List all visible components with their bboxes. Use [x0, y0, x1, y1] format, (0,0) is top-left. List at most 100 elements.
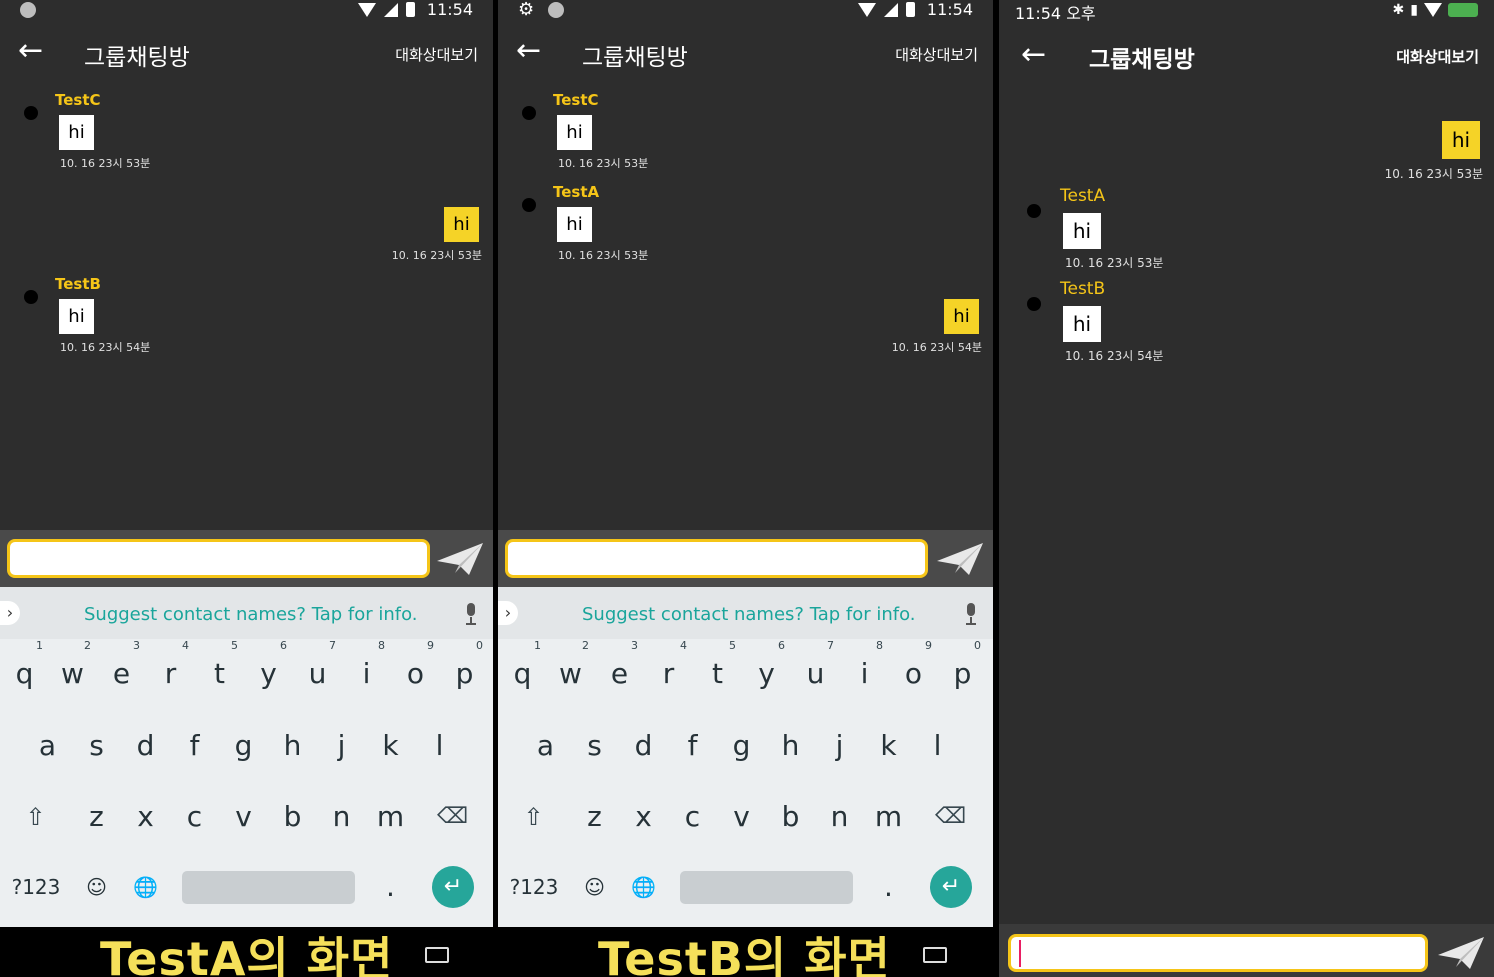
key-j[interactable]: j	[817, 717, 862, 775]
globe-icon[interactable]: 🌐	[621, 858, 666, 916]
key-q[interactable]: q1	[2, 639, 47, 703]
space-bar[interactable]	[182, 871, 355, 904]
key-s[interactable]: s	[572, 717, 617, 775]
key-t[interactable]: t5	[695, 639, 740, 703]
key-f[interactable]: f	[670, 717, 715, 775]
phone-screen-testc: 11:54 오후 ✱ ▮ ← 그룹채팅방 대화상대보기 hi 10. 16 23…	[999, 0, 1494, 977]
avatar	[1027, 204, 1041, 218]
suggestion-strip: › Suggest contact names? Tap for info.	[498, 587, 993, 639]
message-input-bar	[999, 924, 1494, 977]
key-n[interactable]: n	[817, 788, 862, 846]
key-b[interactable]: b	[270, 788, 315, 846]
key-v[interactable]: v	[221, 788, 266, 846]
key-p[interactable]: p0	[442, 639, 487, 703]
avatar	[522, 106, 536, 120]
suggestion-text[interactable]: Suggest contact names? Tap for info.	[582, 604, 916, 625]
key-z[interactable]: z	[74, 788, 119, 846]
key-a[interactable]: a	[25, 717, 70, 775]
emoji-icon[interactable]: ☺	[74, 858, 119, 916]
key-d[interactable]: d	[123, 717, 168, 775]
symbols-key[interactable]: ?123	[6, 858, 66, 916]
key-h[interactable]: h	[270, 717, 315, 775]
chevron-right-icon[interactable]: ›	[0, 601, 20, 625]
key-q[interactable]: q1	[500, 639, 545, 703]
send-icon[interactable]	[935, 539, 985, 579]
key-j[interactable]: j	[319, 717, 364, 775]
view-partners-button[interactable]: 대화상대보기	[895, 44, 978, 65]
send-icon[interactable]	[435, 539, 485, 579]
microphone-icon[interactable]	[465, 603, 477, 625]
key-m[interactable]: m	[866, 788, 911, 846]
notification-dot-icon	[548, 2, 565, 18]
key-a[interactable]: a	[523, 717, 568, 775]
key-k[interactable]: k	[368, 717, 413, 775]
key-m[interactable]: m	[368, 788, 413, 846]
key-h[interactable]: h	[768, 717, 813, 775]
key-o[interactable]: o9	[393, 639, 438, 703]
key-v[interactable]: v	[719, 788, 764, 846]
send-icon[interactable]	[1436, 933, 1486, 973]
key-i[interactable]: i8	[344, 639, 389, 703]
key-c[interactable]: c	[670, 788, 715, 846]
emoji-icon[interactable]: ☺	[572, 858, 617, 916]
back-arrow-icon[interactable]: ←	[1021, 40, 1046, 70]
key-d[interactable]: d	[621, 717, 666, 775]
message-bubble: hi	[944, 299, 979, 334]
status-bar: 11:54	[0, 0, 493, 22]
key-y[interactable]: y6	[744, 639, 789, 703]
view-partners-button[interactable]: 대화상대보기	[1396, 46, 1479, 67]
backspace-icon[interactable]: ⌫	[430, 788, 475, 846]
period-key[interactable]: .	[866, 858, 911, 916]
period-key[interactable]: .	[368, 858, 413, 916]
key-r[interactable]: r4	[646, 639, 691, 703]
wifi-icon	[858, 2, 876, 17]
key-u[interactable]: u7	[295, 639, 340, 703]
back-arrow-icon[interactable]: ←	[18, 36, 43, 66]
enter-icon[interactable]: ↵	[432, 866, 474, 908]
key-s[interactable]: s	[74, 717, 119, 775]
back-arrow-icon[interactable]: ←	[516, 36, 541, 66]
key-k[interactable]: k	[866, 717, 911, 775]
key-g[interactable]: g	[719, 717, 764, 775]
shift-icon[interactable]: ⇧	[511, 788, 556, 846]
key-e[interactable]: e3	[99, 639, 144, 703]
message-time: 10. 16 23시 54분	[1065, 349, 1164, 363]
space-bar[interactable]	[680, 871, 853, 904]
key-l[interactable]: l	[915, 717, 960, 775]
bluetooth-icon: ✱	[1392, 2, 1405, 18]
message-input[interactable]	[1008, 934, 1428, 972]
key-x[interactable]: x	[621, 788, 666, 846]
page-title: 그룹채팅방	[582, 45, 688, 71]
key-n[interactable]: n	[319, 788, 364, 846]
view-partners-button[interactable]: 대화상대보기	[395, 44, 478, 65]
message-input[interactable]	[505, 539, 928, 578]
key-t[interactable]: t5	[197, 639, 242, 703]
globe-icon[interactable]: 🌐	[123, 858, 168, 916]
key-r[interactable]: r4	[148, 639, 193, 703]
key-y[interactable]: y6	[246, 639, 291, 703]
key-w[interactable]: w2	[548, 639, 593, 703]
key-l[interactable]: l	[417, 717, 462, 775]
chevron-right-icon[interactable]: ›	[498, 601, 518, 625]
enter-icon[interactable]: ↵	[930, 866, 972, 908]
signal-icon: ▮	[1410, 2, 1418, 18]
key-b[interactable]: b	[768, 788, 813, 846]
key-o[interactable]: o9	[891, 639, 936, 703]
key-z[interactable]: z	[572, 788, 617, 846]
key-f[interactable]: f	[172, 717, 217, 775]
key-i[interactable]: i8	[842, 639, 887, 703]
key-u[interactable]: u7	[793, 639, 838, 703]
key-c[interactable]: c	[172, 788, 217, 846]
key-w[interactable]: w2	[50, 639, 95, 703]
microphone-icon[interactable]	[965, 603, 977, 625]
message-input[interactable]	[7, 539, 430, 578]
backspace-icon[interactable]: ⌫	[928, 788, 973, 846]
sender-name: TestC	[553, 91, 599, 109]
suggestion-text[interactable]: Suggest contact names? Tap for info.	[84, 604, 418, 625]
key-g[interactable]: g	[221, 717, 266, 775]
shift-icon[interactable]: ⇧	[13, 788, 58, 846]
symbols-key[interactable]: ?123	[504, 858, 564, 916]
key-e[interactable]: e3	[597, 639, 642, 703]
key-p[interactable]: p0	[940, 639, 985, 703]
key-x[interactable]: x	[123, 788, 168, 846]
